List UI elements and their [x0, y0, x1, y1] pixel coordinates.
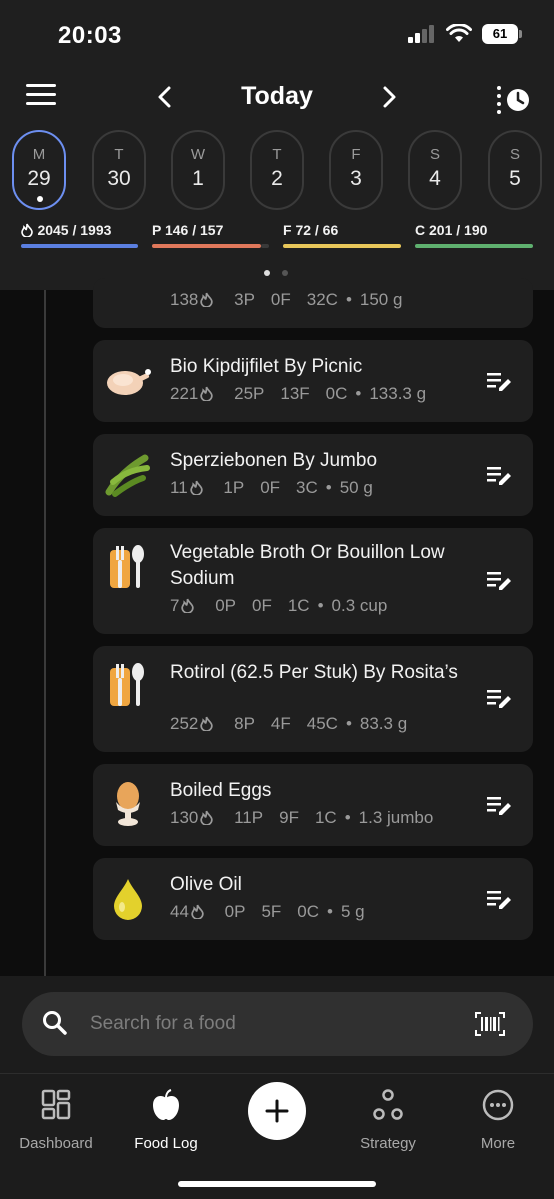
entry-nutrition: 7 0P 0F 1C • 0.3 cup: [170, 596, 388, 615]
edit-entry-icon[interactable]: [487, 889, 513, 911]
calories-summary: 2045 / 1993: [21, 222, 139, 254]
status-bar: 20:03 61: [0, 0, 554, 70]
day-header: Today M 29 T 30 W1 T2 F3 S4 S5 2045 / 19…: [0, 70, 554, 290]
day-tuesday[interactable]: T 30: [92, 130, 146, 210]
previous-day-button[interactable]: [150, 82, 180, 112]
protein-progress: [152, 244, 261, 248]
apple-icon: [153, 1089, 179, 1120]
entry-nutrition: 138 3P 0F 32C • 150 g: [170, 290, 403, 309]
oil-drop-icon: [105, 876, 151, 922]
entry-name: Boiled Eggs: [170, 780, 272, 801]
flame-icon: [181, 598, 195, 614]
entry-nutrition: 11 1P 0F 3C • 50 g: [170, 478, 373, 497]
menu-icon[interactable]: [26, 84, 56, 110]
food-entry[interactable]: Boiled Eggs 130 11P 9F 1C • 1.3 jumbo: [93, 764, 533, 846]
food-entry[interactable]: Bio Kipdijfilet By Picnic 221 25P 13F 0C • 1…: [93, 340, 533, 422]
entry-name: Vegetable Broth Or Bouillon Low Sodium: [170, 542, 445, 589]
day-thursday[interactable]: T2: [250, 130, 304, 210]
entry-name: Rotirol (62.5 Per Stuk) By Rosita’s: [170, 662, 458, 683]
egg-icon: [105, 782, 151, 828]
food-entry[interactable]: Olive Oil 44 0P 5F 0C • 5 g: [93, 858, 533, 940]
barcode-scanner-icon[interactable]: [475, 1011, 505, 1037]
next-day-button[interactable]: [374, 82, 404, 112]
dashboard-icon: [41, 1089, 71, 1120]
entry-name: Sperziebonen By Jumbo: [170, 450, 378, 471]
flame-icon: [21, 223, 33, 238]
entry-name: Bio Kipdijfilet By Picnic: [170, 356, 363, 377]
search-area: [0, 976, 554, 1073]
search-input[interactable]: [90, 1004, 450, 1044]
flame-icon: [191, 904, 204, 920]
utensils-icon: [105, 544, 151, 590]
timeline-line: [44, 290, 46, 976]
day-saturday[interactable]: S4: [408, 130, 462, 210]
flame-icon: [200, 386, 214, 402]
day-sunday[interactable]: S5: [488, 130, 542, 210]
status-icons: 61: [408, 24, 522, 44]
flame-icon: [200, 810, 214, 826]
more-icon: [482, 1089, 514, 1121]
tab-strategy[interactable]: Strategy: [333, 1088, 443, 1152]
utensils-icon: [105, 662, 151, 708]
entry-nutrition: 221 25P 13F 0C • 133.3 g: [170, 384, 427, 403]
strategy-icon: [373, 1089, 403, 1120]
calories-progress: [21, 244, 138, 248]
green-beans-icon: [105, 452, 151, 498]
carbs-summary: C 201 / 190: [415, 222, 533, 254]
entry-nutrition: 252 8P 4F 45C • 83.3 g: [170, 714, 408, 733]
entry-nutrition: 130 11P 9F 1C • 1.3 jumbo: [170, 808, 434, 827]
fat-summary: F 72 / 66: [283, 222, 401, 254]
macro-summary: 2045 / 1993 P 146 / 157 F 72 / 66 C 201 …: [21, 222, 533, 254]
flame-icon: [200, 716, 214, 732]
entry-nutrition: 44 0P 5F 0C • 5 g: [170, 902, 365, 921]
food-entry[interactable]: 138 3P 0F 32C • 150 g: [93, 278, 533, 328]
today-dot: [37, 196, 43, 202]
page-title: Today: [241, 82, 313, 110]
edit-entry-icon[interactable]: [487, 465, 513, 487]
home-indicator: [178, 1181, 376, 1187]
signal-icon: [408, 25, 434, 43]
protein-summary: P 146 / 157: [152, 222, 270, 254]
food-search-bar: [22, 992, 533, 1056]
tab-more[interactable]: More: [443, 1088, 553, 1152]
plus-icon: [265, 1099, 289, 1123]
food-entry[interactable]: Vegetable Broth Or Bouillon Low Sodium 7…: [93, 528, 533, 634]
page-indicator: [264, 270, 288, 276]
flame-icon: [189, 480, 203, 496]
battery-indicator: 61: [482, 24, 522, 44]
day-friday[interactable]: F3: [329, 130, 383, 210]
entry-name: Olive Oil: [170, 874, 242, 895]
day-monday[interactable]: M 29: [12, 130, 66, 210]
edit-entry-icon[interactable]: [487, 570, 513, 592]
food-entry[interactable]: Rotirol (62.5 Per Stuk) By Rosita’s 252 …: [93, 646, 533, 752]
edit-entry-icon[interactable]: [487, 795, 513, 817]
add-food-button[interactable]: [248, 1082, 306, 1140]
tab-dashboard[interactable]: Dashboard: [1, 1088, 111, 1152]
edit-entry-icon[interactable]: [487, 371, 513, 393]
tab-food-log[interactable]: Food Log: [111, 1088, 221, 1152]
search-icon: [43, 1011, 67, 1035]
food-entry[interactable]: Sperziebonen By Jumbo 11 1P 0F 3C • 50 g: [93, 434, 533, 516]
day-wednesday[interactable]: W1: [171, 130, 225, 210]
fat-progress: [283, 244, 401, 248]
wifi-icon: [446, 24, 472, 42]
week-day-selector: M 29 T 30 W1 T2 F3 S4 S5: [12, 130, 554, 210]
chicken-icon: [105, 358, 151, 404]
flame-icon: [200, 292, 214, 308]
history-icon[interactable]: [496, 84, 532, 114]
status-time: 20:03: [58, 22, 122, 49]
edit-entry-icon[interactable]: [487, 688, 513, 710]
carbs-progress: [415, 244, 533, 248]
